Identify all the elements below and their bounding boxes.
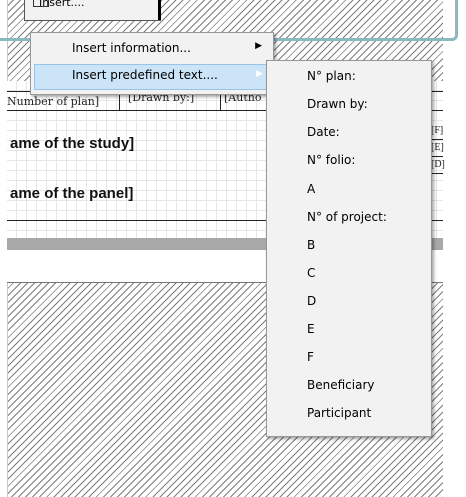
menu-item-insert-information[interactable]: Insert information... ▶	[34, 37, 270, 61]
plan-number-cell[interactable]: Number of plan]	[7, 95, 99, 108]
submenu-item-label: N° folio:	[307, 153, 356, 167]
panel-title[interactable]: ame of the panel]	[10, 185, 133, 202]
menu-item-label: Insert information...	[72, 41, 191, 55]
submenu-item-label: D	[307, 294, 317, 308]
submenu-item-plan-number[interactable]: N° plan:	[270, 64, 428, 91]
submenu-item-participant[interactable]: Participant	[270, 401, 428, 428]
submenu-arrow-icon: ▶	[255, 41, 262, 51]
submenu-item-a[interactable]: A	[270, 177, 428, 204]
revision-ref-d: [D]	[431, 159, 445, 170]
study-title[interactable]: ame of the study]	[10, 135, 134, 152]
submenu-item-label: Participant	[307, 406, 372, 420]
toolbar-separator	[158, 0, 161, 20]
submenu-item-label: Drawn by:	[307, 97, 368, 111]
menu-item-insert-predefined-text[interactable]: Insert predefined text.... ▶	[34, 64, 272, 90]
submenu-item-beneficiary[interactable]: Beneficiary	[270, 373, 428, 400]
submenu-item-drawn-by[interactable]: Drawn by:	[270, 92, 428, 119]
submenu-item-project-number[interactable]: N° of project:	[270, 205, 428, 232]
submenu-arrow-icon: ▶	[256, 69, 263, 79]
revision-ref-f: [F]	[431, 125, 444, 136]
right-frame	[443, 0, 466, 497]
submenu-item-label: Date:	[307, 125, 340, 139]
submenu-item-label: N° of project:	[307, 210, 387, 224]
submenu-item-label: F	[307, 350, 314, 364]
submenu-item-f[interactable]: F	[270, 345, 428, 372]
submenu-item-label: A	[307, 182, 316, 196]
drawing-canvas[interactable]: Insert.... Number of plan] [Drawn by:] […	[0, 0, 466, 497]
submenu-item-c[interactable]: C	[270, 261, 428, 288]
submenu-item-label: E	[307, 322, 315, 336]
submenu-item-folio[interactable]: N° folio:	[270, 148, 428, 175]
context-menu: Insert information... ▶ Insert predefine…	[30, 32, 274, 95]
predefined-text-submenu: N° plan: Drawn by: Date: N° folio: A N° …	[266, 60, 432, 437]
submenu-item-b[interactable]: B	[270, 233, 428, 260]
revision-ref-e: [E]	[431, 142, 444, 153]
insert-button[interactable]: Insert....	[24, 0, 161, 21]
submenu-item-d[interactable]: D	[270, 289, 428, 316]
submenu-item-label: Beneficiary	[307, 378, 375, 392]
submenu-item-date[interactable]: Date:	[270, 120, 428, 147]
submenu-item-label: N° plan:	[307, 69, 356, 83]
menu-item-label: Insert predefined text....	[72, 68, 218, 82]
insert-button-label: Insert....	[39, 0, 85, 9]
submenu-item-label: C	[307, 266, 316, 280]
submenu-item-e[interactable]: E	[270, 317, 428, 344]
submenu-item-label: B	[307, 238, 316, 252]
